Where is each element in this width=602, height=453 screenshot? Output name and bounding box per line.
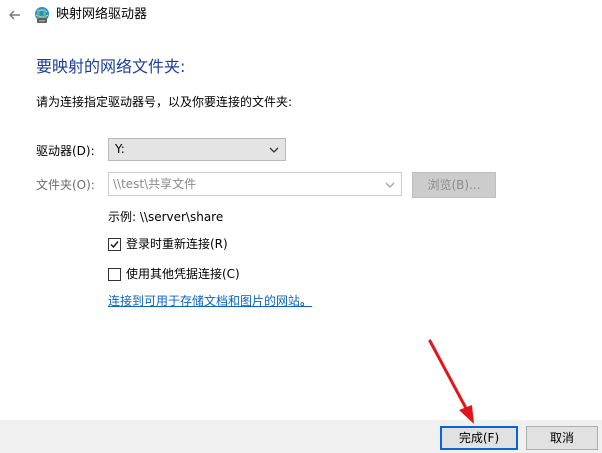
window-title: 映射网络驱动器: [56, 7, 148, 22]
credentials-checkbox-row[interactable]: 使用其他凭据连接(C): [108, 266, 240, 282]
storage-website-link-text[interactable]: 连接到可用于存储文档和图片的网站: [108, 294, 300, 308]
credentials-checkbox[interactable]: [108, 267, 121, 281]
map-network-drive-dialog: 映射网络驱动器 要映射的网络文件夹: 请为连接指定驱动器号，以及你要连接的文件夹…: [0, 0, 602, 453]
back-arrow-icon: [9, 10, 20, 20]
drive-label: 驱动器(D):: [36, 144, 95, 158]
chevron-down-icon: [269, 147, 279, 153]
example-text: 示例: \\server\share: [108, 210, 224, 224]
link-suffix: 。: [300, 294, 313, 308]
browse-button[interactable]: 浏览(B)...: [412, 172, 496, 198]
drive-letter-select[interactable]: Y:: [108, 138, 286, 161]
back-button[interactable]: [6, 6, 24, 24]
reconnect-checkbox[interactable]: [108, 237, 121, 251]
credentials-label: 使用其他凭据连接(C): [126, 267, 240, 281]
finish-button[interactable]: 完成(F): [440, 426, 518, 450]
folder-label: 文件夹(O):: [36, 178, 95, 192]
network-drive-icon: [35, 7, 49, 23]
folder-path-value: \\test\共享文件: [113, 177, 197, 191]
instruction-text: 请为连接指定驱动器号，以及你要连接的文件夹:: [36, 95, 293, 109]
page-heading: 要映射的网络文件夹:: [36, 57, 186, 76]
checkmark-icon: [110, 240, 119, 248]
reconnect-label: 登录时重新连接(R): [126, 237, 228, 251]
folder-path-combo[interactable]: \\test\共享文件: [108, 172, 402, 196]
storage-website-link[interactable]: 连接到可用于存储文档和图片的网站。: [108, 293, 312, 309]
cancel-button[interactable]: 取消: [526, 426, 598, 450]
chevron-down-icon: [385, 182, 395, 188]
drive-letter-value: Y:: [115, 142, 125, 156]
reconnect-checkbox-row[interactable]: 登录时重新连接(R): [108, 236, 228, 252]
